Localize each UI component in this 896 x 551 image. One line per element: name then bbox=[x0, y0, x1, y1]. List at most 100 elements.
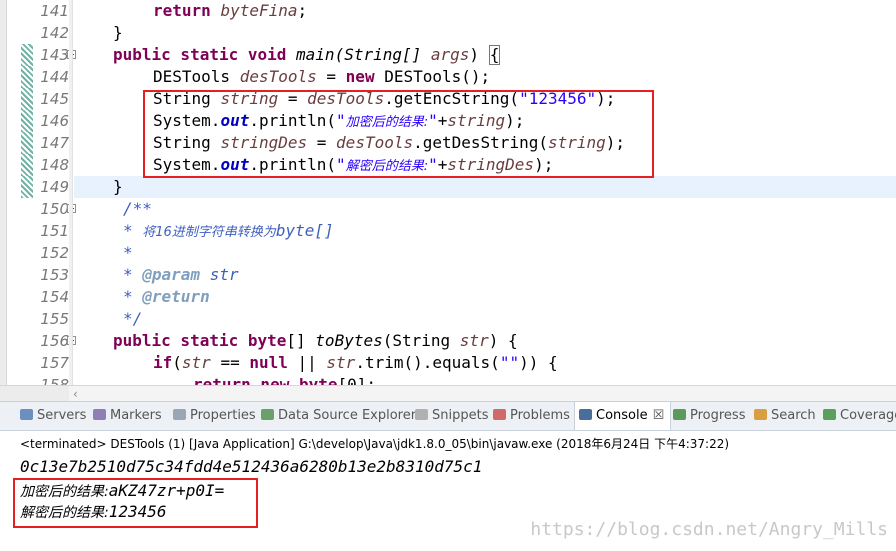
tab-problems[interactable]: Problems bbox=[493, 402, 570, 430]
code-line[interactable]: } bbox=[113, 176, 123, 198]
coverage-icon bbox=[823, 409, 836, 420]
code-line[interactable]: public static byte[] toBytes(String str)… bbox=[113, 330, 518, 352]
highlight-box bbox=[143, 90, 654, 178]
code-line[interactable]: * @return bbox=[123, 286, 210, 308]
tab-label: Search bbox=[771, 408, 816, 423]
tab-search[interactable]: Search bbox=[754, 402, 816, 430]
change-marker bbox=[21, 88, 33, 110]
code-editor[interactable]: 141 142 143 144 145 146 147 148 149 150 … bbox=[0, 0, 896, 385]
watermark: https://blog.csdn.net/Angry_Mills bbox=[530, 519, 888, 540]
editor-horizontal-scrollbar[interactable]: ‹ bbox=[69, 385, 896, 401]
code-comment: 将16进制字符串转换为 bbox=[142, 225, 276, 240]
code-text: } bbox=[113, 23, 123, 42]
code-variable: args bbox=[430, 45, 470, 64]
code-line[interactable]: return byteFina; bbox=[153, 0, 307, 22]
highlight-box bbox=[13, 478, 258, 528]
code-comment: * bbox=[123, 221, 143, 240]
markers-icon bbox=[93, 409, 106, 420]
problems-icon bbox=[493, 409, 506, 420]
code-text: ) { bbox=[488, 331, 518, 350]
line-number: 143 bbox=[40, 46, 69, 64]
code-method-name: toBytes bbox=[315, 331, 383, 350]
line-number: 158 bbox=[40, 376, 69, 385]
tab-coverage[interactable]: Coverage bbox=[823, 402, 896, 430]
code-text: [] bbox=[286, 331, 316, 350]
code-variable: desTools bbox=[239, 67, 317, 86]
code-line[interactable]: */ bbox=[123, 308, 142, 330]
code-keyword: return new bbox=[193, 375, 299, 385]
change-marker bbox=[21, 176, 33, 198]
tab-label: Progress bbox=[690, 408, 746, 423]
tab-console[interactable]: Console ☒ bbox=[574, 402, 672, 430]
code-line[interactable]: } bbox=[113, 22, 123, 44]
line-number: 154 bbox=[40, 288, 69, 306]
line-number: 152 bbox=[40, 244, 69, 262]
code-keyword: byte bbox=[298, 375, 338, 385]
line-number-gutter: 141 142 143 144 145 146 147 148 149 150 … bbox=[7, 0, 76, 385]
change-marker bbox=[21, 154, 33, 176]
view-tab-bar: Servers Markers Properties Data Source E… bbox=[0, 401, 896, 431]
tab-label: Data Source Explorer bbox=[278, 408, 417, 423]
line-number: 157 bbox=[40, 354, 69, 372]
code-comment: str bbox=[200, 265, 239, 284]
code-text: (String bbox=[382, 331, 460, 350]
overview-ruler bbox=[69, 0, 73, 385]
code-line[interactable]: /** bbox=[123, 198, 152, 220]
code-line[interactable]: if(str == null || str.trim().equals(""))… bbox=[153, 352, 558, 374]
tab-servers[interactable]: Servers bbox=[20, 402, 86, 430]
code-text: || bbox=[287, 353, 327, 372]
code-keyword: if bbox=[153, 353, 173, 372]
code-line[interactable]: DESTools desTools = new DESTools(); bbox=[153, 66, 490, 88]
servers-icon bbox=[20, 409, 33, 420]
code-text: ; bbox=[297, 1, 308, 20]
tab-label: Properties bbox=[190, 408, 256, 423]
code-line[interactable]: * @param str bbox=[123, 264, 239, 286]
change-marker bbox=[21, 132, 33, 154]
line-number: 149 bbox=[40, 178, 69, 196]
code-comment: * bbox=[123, 287, 143, 306]
console-view[interactable]: <terminated> DESTools (1) [Java Applicat… bbox=[0, 431, 896, 551]
code-variable: str bbox=[326, 353, 356, 372]
editor-left-strip bbox=[0, 0, 7, 385]
code-text: .trim().equals( bbox=[355, 353, 500, 372]
code-text: DESTools bbox=[153, 67, 240, 86]
line-number: 142 bbox=[40, 24, 69, 42]
tab-label: Servers bbox=[37, 408, 87, 423]
tab-data-source-explorer[interactable]: Data Source Explorer bbox=[261, 402, 416, 430]
code-comment: * bbox=[123, 265, 143, 284]
javadoc-tag: @return bbox=[142, 287, 210, 306]
code-variable: str bbox=[459, 331, 489, 350]
code-comment: */ bbox=[123, 309, 143, 328]
tab-snippets[interactable]: Snippets bbox=[415, 402, 488, 430]
line-number: 144 bbox=[40, 68, 69, 86]
console-output-line: 0c13e7b2510d75c34fdd4e512436a6280b13e2b8… bbox=[20, 457, 483, 476]
line-number: 150 bbox=[40, 200, 69, 218]
code-line[interactable]: public static void main(String[] args) { bbox=[113, 44, 501, 66]
tab-markers[interactable]: Markers bbox=[93, 402, 162, 430]
tab-progress[interactable]: Progress bbox=[673, 402, 745, 430]
line-number: 145 bbox=[40, 90, 69, 108]
code-line[interactable]: * 将16进制字符串转换为byte[] bbox=[123, 220, 334, 242]
code-text: } bbox=[113, 177, 123, 196]
line-number: 153 bbox=[40, 266, 69, 284]
code-comment: /** bbox=[123, 199, 152, 218]
code-line[interactable]: return new byte[0]; bbox=[193, 374, 376, 385]
close-icon[interactable]: ☒ bbox=[653, 408, 665, 423]
tab-properties[interactable]: Properties bbox=[173, 402, 256, 430]
code-text: )) { bbox=[519, 353, 558, 372]
code-text: ( bbox=[172, 353, 182, 372]
code-line[interactable]: * bbox=[123, 242, 133, 264]
code-text: ) bbox=[469, 45, 489, 64]
tab-label: Snippets bbox=[432, 408, 489, 423]
tab-label: Console bbox=[596, 408, 648, 423]
scroll-left-arrow-icon[interactable]: ‹ bbox=[73, 387, 78, 401]
line-number: 155 bbox=[40, 310, 69, 328]
javadoc-tag: @param bbox=[142, 265, 201, 284]
gutter-scroll-corner bbox=[0, 385, 69, 401]
line-number: 148 bbox=[40, 156, 69, 174]
console-icon bbox=[579, 409, 592, 420]
code-keyword: null bbox=[249, 353, 288, 372]
line-number: 147 bbox=[40, 134, 69, 152]
line-number: 141 bbox=[40, 2, 69, 20]
current-line-highlight bbox=[74, 176, 896, 198]
